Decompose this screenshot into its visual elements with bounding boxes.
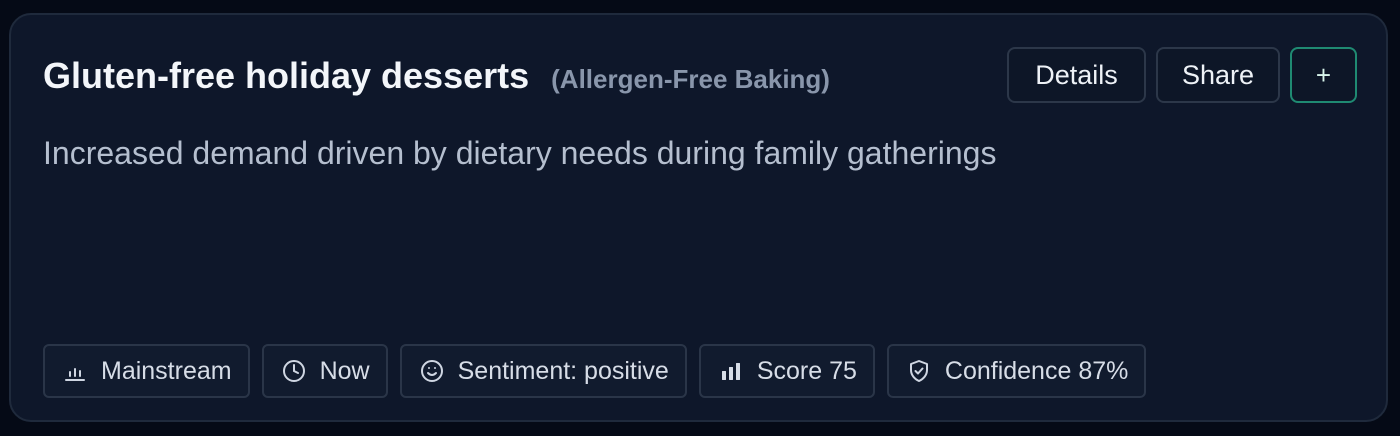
trend-category: (Allergen-Free Baking): [551, 64, 830, 94]
bar-chart-icon: [719, 359, 743, 383]
tag-label: Sentiment: positive: [457, 356, 669, 385]
tag-label: Confidence 87%: [944, 356, 1129, 385]
tag-label: Score 75: [756, 356, 857, 385]
bar-chart-low-icon: [63, 359, 87, 383]
title-row: Gluten-free holiday desserts (Allergen-F…: [43, 55, 830, 97]
trend-card: Gluten-free holiday desserts (Allergen-F…: [9, 13, 1388, 422]
tag-confidence: Confidence 87%: [886, 344, 1147, 398]
tag-list: Mainstream Now Sentiment: positive Score…: [43, 344, 1147, 398]
tag-label: Mainstream: [101, 356, 232, 385]
tag-label: Now: [319, 356, 370, 385]
trend-title: Gluten-free holiday desserts: [43, 55, 530, 96]
shield-check-icon: [907, 359, 931, 383]
tag-timing: Now: [261, 344, 388, 398]
details-button[interactable]: Details: [1007, 47, 1146, 103]
clock-icon: [282, 359, 306, 383]
tag-sentiment: Sentiment: positive: [399, 344, 687, 398]
card-actions: Details Share +: [1007, 47, 1357, 103]
smile-icon: [420, 359, 444, 383]
share-button[interactable]: Share: [1156, 47, 1280, 103]
trend-description: Increased demand driven by dietary needs…: [43, 135, 997, 171]
tag-mainstream: Mainstream: [43, 344, 250, 398]
add-button[interactable]: +: [1290, 47, 1357, 103]
tag-score: Score 75: [698, 344, 875, 398]
